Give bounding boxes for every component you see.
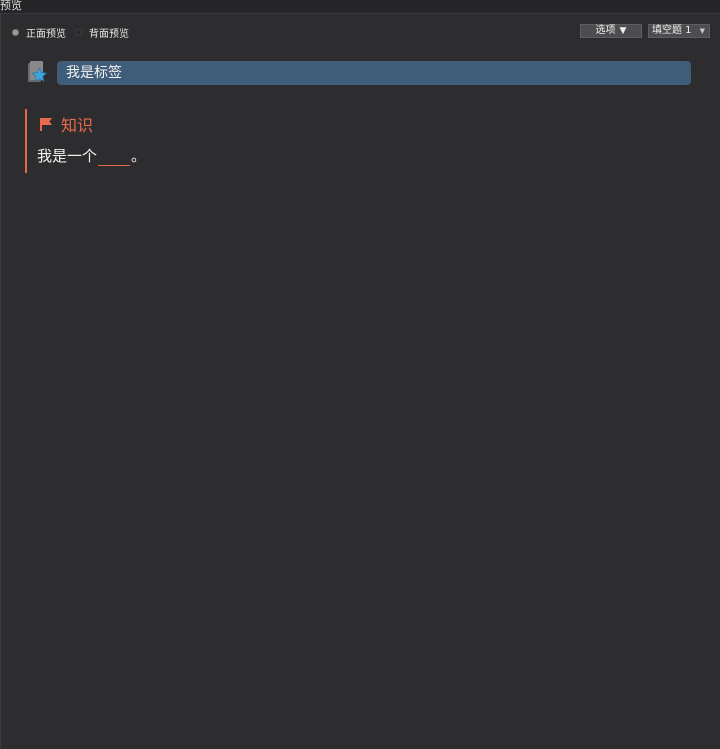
options-button[interactable]: 选项 ▼ (580, 24, 642, 38)
card-heading: 知识 (39, 113, 93, 135)
back-preview-label: 背面预览 (89, 28, 129, 40)
star-tag-icon (26, 60, 50, 86)
tag-text: 我是标签 (66, 65, 122, 81)
radio-dot-selected (12, 28, 19, 36)
question-text-after: 。 (131, 147, 147, 165)
preview-toolbar: 正面预览 背面预览 选项 ▼ 填空题 1 ▼ (0, 22, 720, 42)
front-preview-radio[interactable]: 正面预览 (12, 25, 66, 40)
knowledge-card: 知识 我是一个 。 (25, 109, 327, 173)
tag-bar: 我是标签 (57, 61, 691, 85)
options-label: 选项 (595, 25, 616, 36)
card-type-select[interactable]: 填空题 1 ▼ (648, 24, 710, 38)
card-heading-text: 知识 (61, 116, 94, 135)
question-text-before: 我是一个 (37, 147, 98, 165)
card-type-value: 填空题 1 (652, 25, 692, 36)
flag-icon (40, 118, 52, 131)
cloze-blank (98, 149, 131, 166)
window-title: 预览 (0, 0, 720, 14)
window-title-text: 预览 (0, 0, 22, 12)
back-preview-radio[interactable]: 背面预览 (75, 25, 129, 40)
card-question: 我是一个 。 (37, 146, 146, 166)
caret-down-icon: ▼ (699, 27, 705, 35)
front-preview-label: 正面预览 (26, 28, 66, 40)
options-arrow-icon: ▼ (619, 26, 627, 36)
radio-dot-unselected (75, 28, 82, 36)
